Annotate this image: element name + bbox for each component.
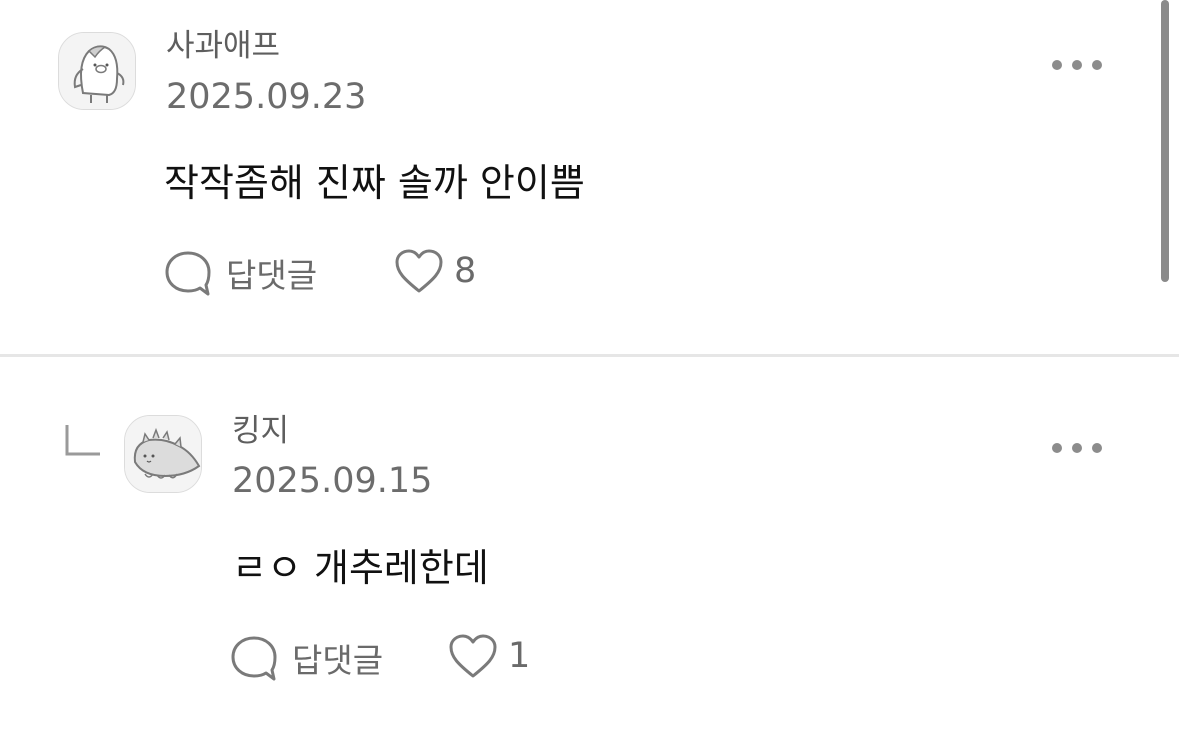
pig-character-icon [59,33,135,109]
more-dot-icon [1052,443,1062,453]
comment-reply-item: 킹지 2025.09.15 ㄹㅇ 개추레한데 답댓글 1 [0,357,1179,730]
avatar[interactable] [124,415,202,493]
reply-arrow-icon [65,425,100,456]
reply-button[interactable]: 답댓글 [164,248,317,298]
reply-button[interactable]: 답댓글 [230,633,383,683]
more-dot-icon [1092,443,1102,453]
like-button[interactable]: 8 [394,246,476,296]
more-dot-icon [1072,443,1082,453]
heart-icon [395,249,443,293]
heart-icon [449,634,497,678]
comment-item: 사과애프 2025.09.23 작작좀해 진짜 솔까 안이쁨 답댓글 8 [0,0,1179,354]
reply-label: 답댓글 [292,641,384,680]
like-count: 8 [454,251,477,291]
avatar[interactable] [58,32,136,110]
comment-author[interactable]: 사과애프 [166,28,280,64]
more-dot-icon [1052,60,1062,70]
speech-bubble-icon [165,251,211,296]
more-dot-icon [1072,60,1082,70]
dinosaur-character-icon [125,416,201,492]
speech-bubble-icon [231,636,277,681]
more-options-button[interactable] [1052,55,1102,75]
comment-text: ㄹㅇ 개추레한데 [232,546,489,590]
like-count: 1 [508,636,531,676]
comment-date: 2025.09.15 [232,461,433,501]
more-options-button[interactable] [1052,438,1102,458]
more-dot-icon [1092,60,1102,70]
reply-label: 답댓글 [226,256,318,295]
like-button[interactable]: 1 [448,631,530,681]
comment-text: 작작좀해 진짜 솔까 안이쁨 [164,161,585,205]
comment-date: 2025.09.23 [166,77,367,117]
scrollbar[interactable] [1161,0,1169,282]
comment-author[interactable]: 킹지 [232,413,289,449]
